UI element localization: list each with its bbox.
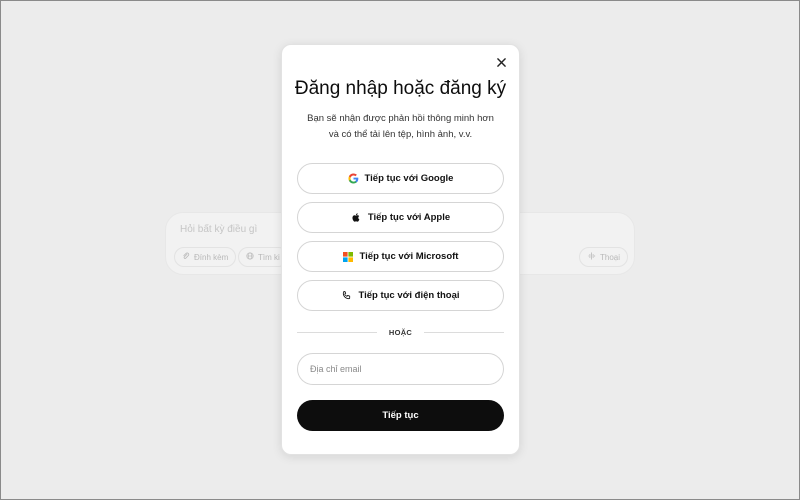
divider-line-right: [424, 331, 505, 333]
continue-apple-label: Tiếp tục với Apple: [367, 212, 451, 223]
divider-line-left: [297, 331, 377, 333]
continue-microsoft-button[interactable]: Tiếp tục với Microsoft: [297, 241, 504, 272]
composer-placeholder: Hỏi bất kỳ điều gì: [180, 224, 258, 235]
continue-microsoft-label: Tiếp tục với Microsoft: [359, 251, 459, 262]
search-chip-label: Tìm ki: [258, 252, 280, 262]
apple-icon: [351, 212, 362, 223]
paperclip-icon: [182, 252, 190, 262]
close-icon: [496, 57, 506, 67]
login-modal: Đăng nhập hoặc đăng ký Bạn sẽ nhận được …: [281, 44, 520, 455]
or-divider: HOẶC: [297, 326, 505, 338]
attach-chip: Đính kèm: [174, 247, 237, 267]
voice-chip-label: Thoại: [599, 252, 620, 262]
modal-subtitle: Bạn sẽ nhận được phản hồi thông minh hơn…: [307, 113, 494, 140]
microsoft-icon: [343, 251, 354, 262]
globe-icon: [246, 252, 254, 262]
close-button[interactable]: [493, 54, 509, 70]
continue-phone-button[interactable]: Tiếp tục với điện thoại: [297, 280, 504, 311]
modal-title: Đăng nhập hoặc đăng ký: [294, 78, 507, 99]
google-icon: [347, 173, 359, 184]
continue-button[interactable]: Tiếp tục: [297, 400, 504, 431]
continue-phone-label: Tiếp tục với điện thoại: [358, 290, 460, 301]
soundwave-icon: [587, 252, 596, 262]
email-field[interactable]: [297, 353, 504, 385]
phone-icon: [341, 290, 352, 301]
attach-chip-label: Đính kèm: [194, 252, 229, 262]
continue-google-label: Tiếp tục với Google: [364, 173, 454, 184]
continue-google-button[interactable]: Tiếp tục với Google: [297, 163, 504, 194]
divider-label: HOẶC: [388, 327, 413, 337]
continue-apple-button[interactable]: Tiếp tục với Apple: [297, 202, 504, 233]
voice-chip: Thoại: [578, 247, 628, 267]
